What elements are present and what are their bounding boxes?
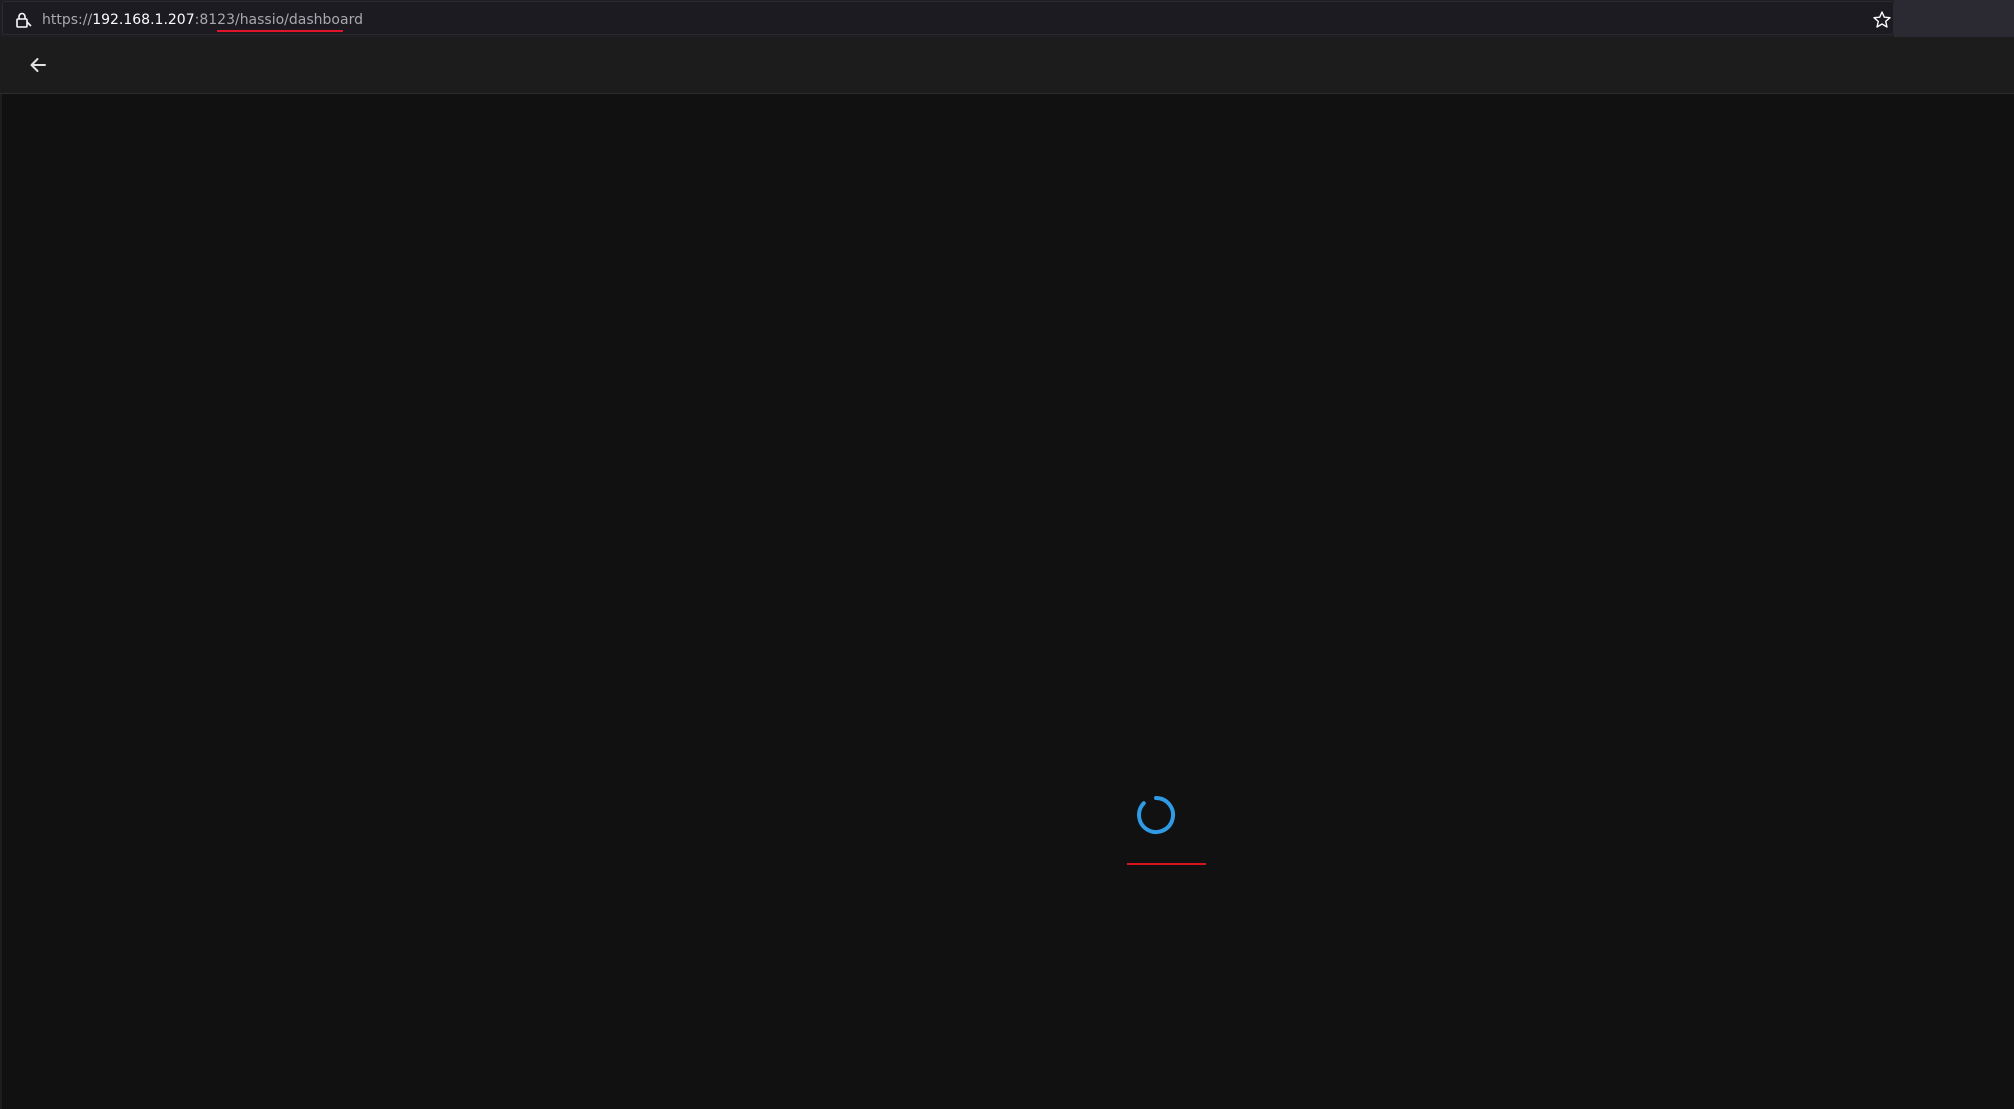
spinner-annotation-underline <box>1127 863 1206 865</box>
toolbar-extension-area <box>1894 0 2014 37</box>
url-path: :8123/hassio/dashboard <box>194 12 363 28</box>
star-icon[interactable] <box>1872 10 1892 30</box>
back-button[interactable] <box>18 45 58 85</box>
lock-icon[interactable] <box>14 11 32 29</box>
loading-spinner-icon <box>1137 796 1176 834</box>
url-annotation-underline <box>217 30 343 32</box>
app-header <box>0 37 2014 94</box>
url-text[interactable]: https://192.168.1.207:8123/hassio/dashbo… <box>42 10 363 30</box>
main-content <box>0 94 2014 1109</box>
browser-toolbar: https://192.168.1.207:8123/hassio/dashbo… <box>0 0 2014 37</box>
url-scheme: https:// <box>42 12 93 28</box>
url-host: 192.168.1.207 <box>92 12 195 28</box>
arrow-left-icon <box>30 58 46 72</box>
